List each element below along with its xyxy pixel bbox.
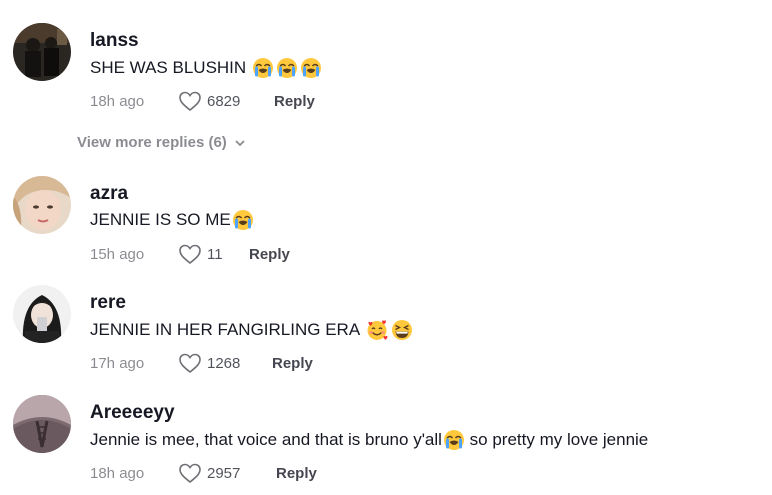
loudly-crying-face-emoji xyxy=(252,57,274,79)
comment-meta: 15h ago 11 Reply xyxy=(90,243,290,265)
comment-meta: 18h ago 2957 Reply xyxy=(90,462,317,484)
smiling-face-with-hearts-emoji xyxy=(366,319,388,341)
like-count: 1268 xyxy=(207,354,241,372)
loudly-crying-face-emoji xyxy=(232,209,254,231)
chevron-down-icon xyxy=(235,139,245,146)
avatar[interactable] xyxy=(13,285,71,343)
like-button[interactable]: 1268 xyxy=(178,352,272,374)
like-button[interactable]: 11 xyxy=(178,243,249,265)
loudly-crying-face-emoji xyxy=(300,57,322,79)
comment-text: SHE WAS BLUSHIN xyxy=(90,57,322,79)
reply-button[interactable]: Reply xyxy=(249,246,290,263)
reply-button[interactable]: Reply xyxy=(274,93,315,110)
loudly-crying-face-emoji xyxy=(443,429,465,451)
comment-timestamp: 17h ago xyxy=(90,354,145,372)
reply-button[interactable]: Reply xyxy=(272,355,313,372)
comment-username[interactable]: lanss xyxy=(90,30,139,52)
avatar[interactable] xyxy=(13,23,71,81)
like-button[interactable]: 2957 xyxy=(178,462,276,484)
like-button[interactable]: 6829 xyxy=(178,90,274,112)
avatar[interactable] xyxy=(13,395,71,453)
comment-username[interactable]: rere xyxy=(90,292,126,314)
comment-timestamp: 15h ago xyxy=(90,245,145,263)
comment-timestamp: 18h ago xyxy=(90,464,145,482)
heart-outline-icon[interactable] xyxy=(178,243,202,265)
comment-text-segment: JENNIE IS SO ME xyxy=(90,210,231,229)
like-count: 6829 xyxy=(207,92,241,110)
heart-outline-icon[interactable] xyxy=(178,352,202,374)
comment-meta: 17h ago 1268 Reply xyxy=(90,352,313,374)
comment-username[interactable]: Areeeeyy xyxy=(90,402,175,424)
comment-text-segment: JENNIE IN HER FANGIRLING ERA xyxy=(90,320,364,339)
comment-meta: 18h ago 6829 Reply xyxy=(90,90,315,112)
loudly-crying-face-emoji xyxy=(276,57,298,79)
comment-username[interactable]: azra xyxy=(90,183,128,205)
like-count: 11 xyxy=(207,245,223,263)
comment-text: JENNIE IS SO ME xyxy=(90,209,254,231)
like-count: 2957 xyxy=(207,464,241,482)
heart-outline-icon[interactable] xyxy=(178,90,202,112)
comment-text-segment: so pretty my love jennie xyxy=(464,430,649,449)
comment-timestamp: 18h ago xyxy=(90,92,145,110)
view-more-replies-label: View more replies (6) xyxy=(77,134,227,151)
comment-text-segment: Jennie is mee, that voice and that is br… xyxy=(90,430,442,449)
reply-button[interactable]: Reply xyxy=(276,465,317,482)
comment-text: Jennie is mee, that voice and that is br… xyxy=(90,429,648,451)
avatar[interactable] xyxy=(13,176,71,234)
grinning-squinting-face-emoji xyxy=(391,319,413,341)
view-more-replies-button[interactable]: View more replies (6) xyxy=(77,134,247,151)
comment-text-segment: SHE WAS BLUSHIN xyxy=(90,58,247,77)
comment-text: JENNIE IN HER FANGIRLING ERA xyxy=(90,319,413,341)
heart-outline-icon[interactable] xyxy=(178,462,202,484)
